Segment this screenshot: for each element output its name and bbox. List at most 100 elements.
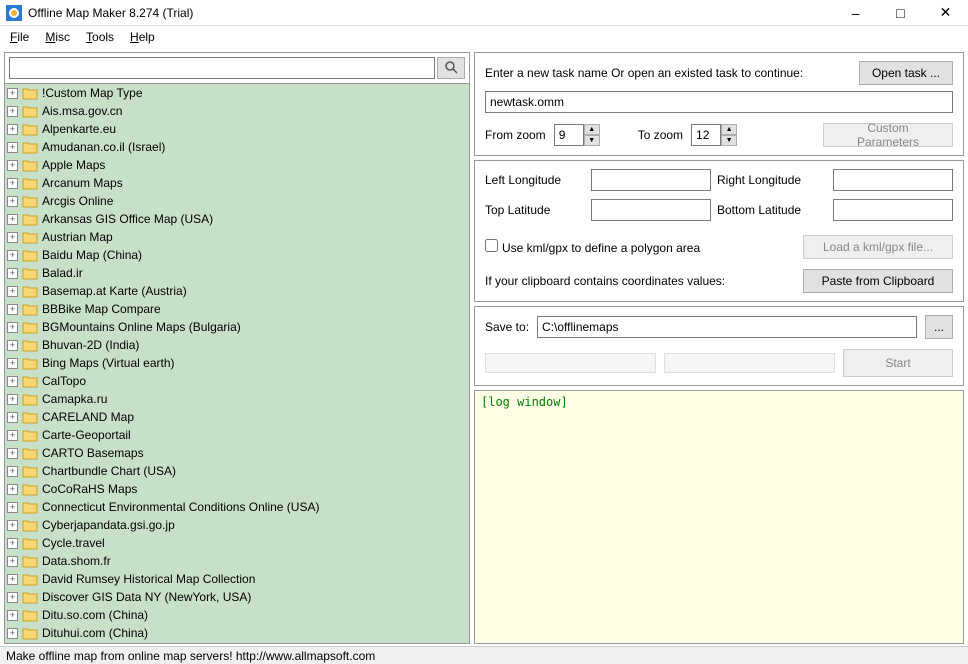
expander-icon[interactable]: + bbox=[7, 430, 18, 441]
tree-item[interactable]: +BGMountains Online Maps (Bulgaria) bbox=[5, 318, 469, 336]
tree-item[interactable]: +Camapka.ru bbox=[5, 390, 469, 408]
expander-icon[interactable]: + bbox=[7, 412, 18, 423]
expander-icon[interactable]: + bbox=[7, 214, 18, 225]
tree-item[interactable]: + Apple Maps bbox=[5, 156, 469, 174]
expander-icon[interactable]: + bbox=[7, 538, 18, 549]
browse-button[interactable]: ... bbox=[925, 315, 953, 339]
task-name-input[interactable] bbox=[485, 91, 953, 113]
tree-item[interactable]: +Arkansas GIS Office Map (USA) bbox=[5, 210, 469, 228]
tree-item[interactable]: + !Custom Map Type bbox=[5, 84, 469, 102]
expander-icon[interactable]: + bbox=[7, 88, 18, 99]
expander-icon[interactable]: + bbox=[7, 178, 18, 189]
minimize-button[interactable]: – bbox=[833, 0, 878, 25]
expander-icon[interactable]: + bbox=[7, 250, 18, 261]
expander-icon[interactable]: + bbox=[7, 502, 18, 513]
expander-icon[interactable]: + bbox=[7, 322, 18, 333]
expander-icon[interactable]: + bbox=[7, 232, 18, 243]
tree-item[interactable]: + Baidu Map (China) bbox=[5, 246, 469, 264]
tree-item[interactable]: +Dituhui.com (China) bbox=[5, 624, 469, 642]
tree-item[interactable]: +David Rumsey Historical Map Collection bbox=[5, 570, 469, 588]
expander-icon[interactable]: + bbox=[7, 520, 18, 531]
bottom-lat-input[interactable] bbox=[833, 199, 953, 221]
to-zoom-down[interactable]: ▼ bbox=[721, 135, 737, 146]
save-path-input[interactable] bbox=[537, 316, 917, 338]
tree-item[interactable]: +Bhuvan-2D (India) bbox=[5, 336, 469, 354]
expander-icon[interactable]: + bbox=[7, 160, 18, 171]
maximize-button[interactable]: □ bbox=[878, 0, 923, 25]
tree-item[interactable]: + Arcanum Maps bbox=[5, 174, 469, 192]
from-zoom-down[interactable]: ▼ bbox=[584, 135, 600, 146]
tree-item-label: Apple Maps bbox=[42, 158, 105, 172]
folder-icon bbox=[22, 123, 38, 136]
expander-icon[interactable]: + bbox=[7, 628, 18, 639]
tree-item[interactable]: +Bing Maps (Virtual earth) bbox=[5, 354, 469, 372]
log-window[interactable]: [log window] bbox=[474, 390, 964, 644]
expander-icon[interactable]: + bbox=[7, 106, 18, 117]
expander-icon[interactable]: + bbox=[7, 466, 18, 477]
expander-icon[interactable]: + bbox=[7, 610, 18, 621]
kml-checkbox[interactable] bbox=[485, 239, 498, 252]
expander-icon[interactable]: + bbox=[7, 340, 18, 351]
expander-icon[interactable]: + bbox=[7, 286, 18, 297]
paste-clipboard-button[interactable]: Paste from Clipboard bbox=[803, 269, 953, 293]
expander-icon[interactable]: + bbox=[7, 484, 18, 495]
close-button[interactable]: ✕ bbox=[923, 0, 968, 25]
menu-file[interactable]: File bbox=[4, 28, 35, 46]
tree-item-label: Baidu Map (China) bbox=[42, 248, 142, 262]
expander-icon[interactable]: + bbox=[7, 142, 18, 153]
maptype-tree[interactable]: + !Custom Map Type +Ais.msa.gov.cn+Alpenka… bbox=[5, 83, 469, 643]
tree-item[interactable]: +Balad.ir bbox=[5, 264, 469, 282]
expander-icon[interactable]: + bbox=[7, 394, 18, 405]
expander-icon[interactable]: + bbox=[7, 574, 18, 585]
expander-icon[interactable]: + bbox=[7, 124, 18, 135]
tree-item[interactable]: +Austrian Map bbox=[5, 228, 469, 246]
menu-help[interactable]: Help bbox=[124, 28, 161, 46]
to-zoom-input[interactable] bbox=[691, 124, 721, 146]
custom-params-button[interactable]: Custom Parameters bbox=[823, 123, 953, 147]
tree-item-label: Ditu.so.com (China) bbox=[42, 608, 148, 622]
expander-icon[interactable]: + bbox=[7, 358, 18, 369]
tree-item[interactable]: +Amudanan.co.il (Israel) bbox=[5, 138, 469, 156]
search-input[interactable] bbox=[9, 57, 435, 79]
expander-icon[interactable]: + bbox=[7, 304, 18, 315]
tree-item[interactable]: +Basemap.at Karte (Austria) bbox=[5, 282, 469, 300]
tree-item[interactable]: +Carte-Geoportail bbox=[5, 426, 469, 444]
expander-icon[interactable]: + bbox=[7, 448, 18, 459]
tree-item[interactable]: +CARELAND Map bbox=[5, 408, 469, 426]
tree-item[interactable]: +Alpenkarte.eu bbox=[5, 120, 469, 138]
expander-icon[interactable]: + bbox=[7, 196, 18, 207]
tree-item[interactable]: + Ditu.so.com (China) bbox=[5, 606, 469, 624]
tree-item[interactable]: +Discover GIS Data NY (NewYork, USA) bbox=[5, 588, 469, 606]
tree-item[interactable]: +Cyberjapandata.gsi.go.jp bbox=[5, 516, 469, 534]
tree-item[interactable]: +CalTopo bbox=[5, 372, 469, 390]
top-lat-input[interactable] bbox=[591, 199, 711, 221]
tree-item[interactable]: +Ais.msa.gov.cn bbox=[5, 102, 469, 120]
tree-item[interactable]: +CARTO Basemaps bbox=[5, 444, 469, 462]
expander-icon[interactable]: + bbox=[7, 556, 18, 567]
menu-tools[interactable]: Tools bbox=[80, 28, 120, 46]
left-lng-input[interactable] bbox=[591, 169, 711, 191]
from-zoom-up[interactable]: ▲ bbox=[584, 124, 600, 135]
expander-icon[interactable]: + bbox=[7, 376, 18, 387]
menu-misc[interactable]: Misc bbox=[39, 28, 76, 46]
tree-item[interactable]: +BBBike Map Compare bbox=[5, 300, 469, 318]
from-zoom-input[interactable] bbox=[554, 124, 584, 146]
tree-item-label: Arcanum Maps bbox=[42, 176, 123, 190]
right-lng-input[interactable] bbox=[833, 169, 953, 191]
tree-item[interactable]: +Chartbundle Chart (USA) bbox=[5, 462, 469, 480]
coords-panel: Left Longitude Right Longitude Top Latit… bbox=[474, 160, 964, 302]
kml-checkbox-label[interactable]: Use kml/gpx to define a polygon area bbox=[485, 239, 700, 255]
open-task-button[interactable]: Open task ... bbox=[859, 61, 953, 85]
tree-item-label: !Custom Map Type bbox=[42, 86, 143, 100]
start-button[interactable]: Start bbox=[843, 349, 953, 377]
to-zoom-up[interactable]: ▲ bbox=[721, 124, 737, 135]
search-button[interactable] bbox=[437, 57, 465, 79]
tree-item[interactable]: +CoCoRaHS Maps bbox=[5, 480, 469, 498]
expander-icon[interactable]: + bbox=[7, 592, 18, 603]
tree-item[interactable]: +Connecticut Environmental Conditions On… bbox=[5, 498, 469, 516]
expander-icon[interactable]: + bbox=[7, 268, 18, 279]
load-kml-button[interactable]: Load a kml/gpx file... bbox=[803, 235, 953, 259]
tree-item[interactable]: +Data.shom.fr bbox=[5, 552, 469, 570]
tree-item[interactable]: +Cycle.travel bbox=[5, 534, 469, 552]
tree-item[interactable]: +Arcgis Online bbox=[5, 192, 469, 210]
